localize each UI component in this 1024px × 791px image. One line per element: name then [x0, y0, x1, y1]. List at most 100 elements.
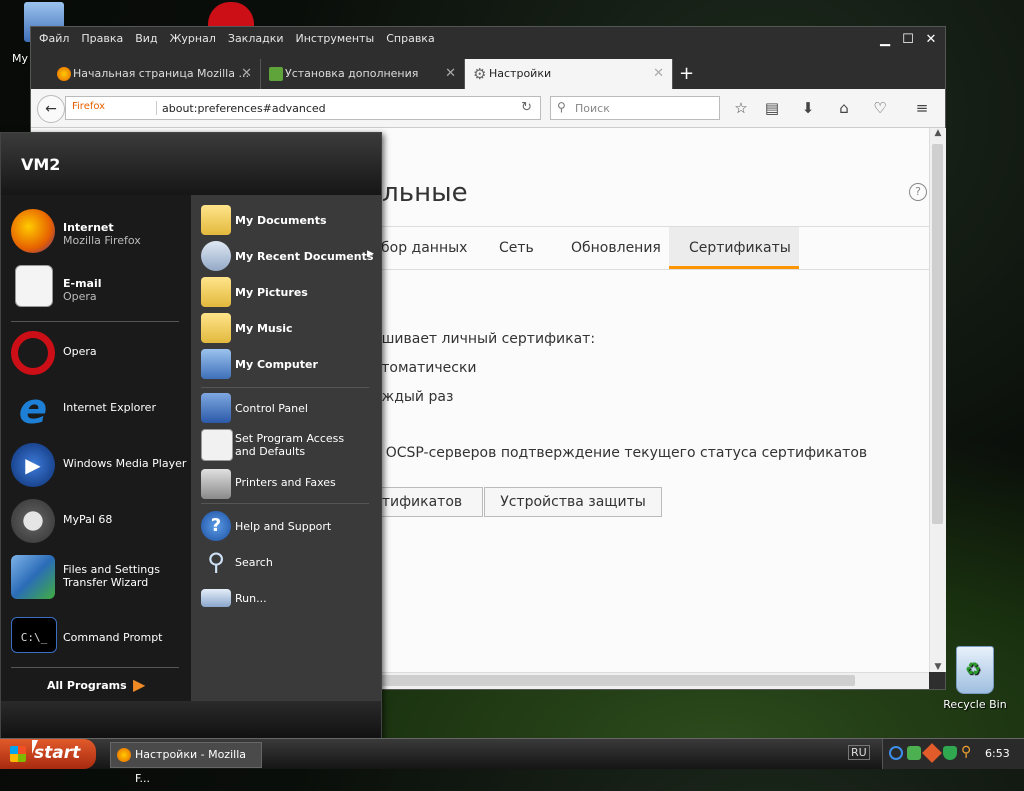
- transfer-wizard-icon: [11, 555, 55, 599]
- start-item-title: Run...: [235, 592, 267, 605]
- start-item-title: Command Prompt: [63, 631, 163, 644]
- start-item-transfer-wizard[interactable]: Files and Settings Transfer Wizard: [9, 551, 189, 599]
- start-menu-footer: [1, 701, 381, 739]
- menu-file[interactable]: Файл: [33, 29, 75, 45]
- option-automatic[interactable]: втоматически: [373, 360, 477, 376]
- start-item-help-support[interactable]: ? Help and Support: [199, 509, 377, 543]
- start-item-subtitle: Mozilla Firefox: [63, 234, 141, 247]
- start-item-my-computer[interactable]: My Computer: [199, 347, 377, 381]
- start-item-internet[interactable]: Internet Mozilla Firefox: [9, 205, 189, 253]
- start-item-my-recent-documents[interactable]: My Recent Documents ▶: [199, 239, 377, 273]
- all-programs-button[interactable]: All Programs ▶: [47, 675, 167, 697]
- menu-edit[interactable]: Правка: [75, 29, 129, 45]
- recycle-arrows-icon: ♻: [965, 659, 982, 680]
- menu-help[interactable]: Справка: [380, 29, 440, 45]
- start-item-my-music[interactable]: My Music: [199, 311, 377, 345]
- start-item-subtitle: Transfer Wizard: [63, 576, 149, 589]
- close-tab-icon[interactable]: ✕: [445, 59, 456, 89]
- url-bar[interactable]: Firefox about:preferences#advanced ↻: [65, 96, 541, 120]
- close-tab-icon[interactable]: ✕: [653, 59, 664, 89]
- start-item-title: My Computer: [235, 358, 318, 371]
- start-item-title: My Music: [235, 322, 293, 335]
- menu-history[interactable]: Журнал: [164, 29, 222, 45]
- security-devices-button[interactable]: Устройства защиты: [484, 487, 662, 517]
- subtab-updates[interactable]: Обновления: [551, 227, 681, 269]
- scroll-up-arrow-icon[interactable]: ▲: [930, 128, 946, 138]
- taskbar-item-firefox[interactable]: Настройки - Mozilla F...: [110, 742, 262, 785]
- tab-settings[interactable]: ⚙ Настройки ✕: [465, 59, 673, 89]
- pinned-programs: Internet Mozilla Firefox E-mail Opera Op…: [1, 195, 191, 701]
- tray-search-icon[interactable]: ⚲: [961, 744, 971, 760]
- start-item-my-pictures[interactable]: My Pictures: [199, 275, 377, 309]
- hamburger-menu-icon[interactable]: ≡: [911, 98, 933, 118]
- tab-addon-install[interactable]: Установка дополнения ✕: [261, 59, 465, 89]
- start-menu-header: VM2: [1, 133, 381, 195]
- tab-label: Установка дополнения: [285, 67, 419, 80]
- menu-bookmarks[interactable]: Закладки: [222, 29, 290, 45]
- scroll-thumb[interactable]: [932, 144, 943, 524]
- downloads-icon[interactable]: ⬇: [797, 98, 819, 118]
- tray-security-icon[interactable]: [907, 746, 921, 760]
- ocsp-checkbox-label[interactable]: у OCSP-серверов подтверждение текущего с…: [373, 445, 867, 461]
- program-access-icon: [201, 429, 233, 461]
- start-item-internet-explorer[interactable]: e Internet Explorer: [9, 383, 189, 431]
- language-indicator[interactable]: RU: [848, 745, 870, 760]
- window-controls: ▁ ☐ ✕: [872, 31, 941, 49]
- back-arrow-icon: ←: [45, 101, 57, 117]
- pocket-icon[interactable]: ♡: [869, 98, 891, 118]
- start-item-email[interactable]: E-mail Opera: [9, 261, 189, 309]
- close-window-button[interactable]: ✕: [921, 31, 941, 49]
- back-button[interactable]: ←: [37, 95, 65, 123]
- submenu-arrow-icon: ▶: [367, 249, 374, 259]
- new-tab-button[interactable]: +: [679, 59, 694, 89]
- tray-network-icon[interactable]: [889, 746, 903, 760]
- tab-strip: Начальная страница Mozilla ... ✕ Установ…: [31, 59, 945, 89]
- start-item-title: My Documents: [235, 214, 327, 227]
- system-places: My Documents My Recent Documents ▶ My Pi…: [191, 195, 381, 701]
- start-item-search[interactable]: ⚲ Search: [199, 545, 377, 579]
- windows-logo-icon: [10, 746, 26, 762]
- start-item-opera[interactable]: Opera: [9, 327, 189, 375]
- tray-shield-icon[interactable]: [943, 746, 957, 760]
- recycle-bin-desktop-icon[interactable]: ♻ Recycle Bin: [935, 646, 1015, 711]
- maximize-button[interactable]: ☐: [898, 31, 918, 49]
- tab-mozilla-start[interactable]: Начальная страница Mozilla ... ✕: [49, 59, 261, 89]
- subtab-certificates[interactable]: Сертификаты: [669, 227, 799, 269]
- start-item-title: Opera: [63, 345, 97, 358]
- identity-label: Firefox: [72, 101, 106, 112]
- start-item-title: My Pictures: [235, 286, 308, 299]
- opera-desktop-icon[interactable]: [208, 2, 254, 28]
- start-item-printers-faxes[interactable]: Printers and Faxes: [199, 467, 377, 501]
- close-tab-icon[interactable]: ✕: [241, 59, 252, 89]
- bookmarks-menu-icon[interactable]: ▤: [761, 98, 783, 118]
- reload-icon[interactable]: ↻: [521, 100, 532, 115]
- tab-label: Начальная страница Mozilla ...: [73, 67, 249, 80]
- firefox-icon: [57, 67, 71, 81]
- minimize-button[interactable]: ▁: [875, 31, 895, 49]
- subtab-network[interactable]: Сеть: [479, 227, 554, 269]
- navigation-toolbar: ← Firefox about:preferences#advanced ↻ ⚲…: [31, 89, 945, 128]
- start-item-control-panel[interactable]: Control Panel: [199, 391, 377, 425]
- mouse-cursor: [32, 740, 38, 754]
- start-item-run[interactable]: Run...: [199, 581, 377, 615]
- user-name: VM2: [21, 155, 61, 174]
- start-item-program-access[interactable]: Set Program Access and Defaults: [199, 427, 377, 467]
- start-item-command-prompt[interactable]: C:\_ Command Prompt: [9, 609, 189, 657]
- start-item-mypal[interactable]: MyPal 68: [9, 495, 189, 543]
- menu-tools[interactable]: Инструменты: [290, 29, 381, 45]
- firefox-icon: [117, 748, 131, 762]
- start-item-windows-media-player[interactable]: ▶ Windows Media Player: [9, 439, 189, 487]
- home-icon[interactable]: ⌂: [833, 98, 855, 118]
- vertical-scrollbar[interactable]: ▲ ▼: [929, 128, 946, 672]
- start-item-title: Internet Explorer: [63, 401, 156, 414]
- tray-app-icon[interactable]: [922, 743, 942, 763]
- menu-view[interactable]: Вид: [129, 29, 163, 45]
- bookmark-star-icon[interactable]: ☆: [730, 98, 752, 118]
- scroll-down-arrow-icon[interactable]: ▼: [930, 662, 946, 672]
- option-ask-every-time[interactable]: аждый раз: [373, 389, 453, 405]
- help-icon[interactable]: ?: [909, 183, 927, 201]
- start-button[interactable]: start: [0, 739, 96, 769]
- folder-icon: [201, 205, 231, 235]
- search-input[interactable]: ⚲ Поиск: [550, 96, 720, 120]
- start-item-my-documents[interactable]: My Documents: [199, 203, 377, 237]
